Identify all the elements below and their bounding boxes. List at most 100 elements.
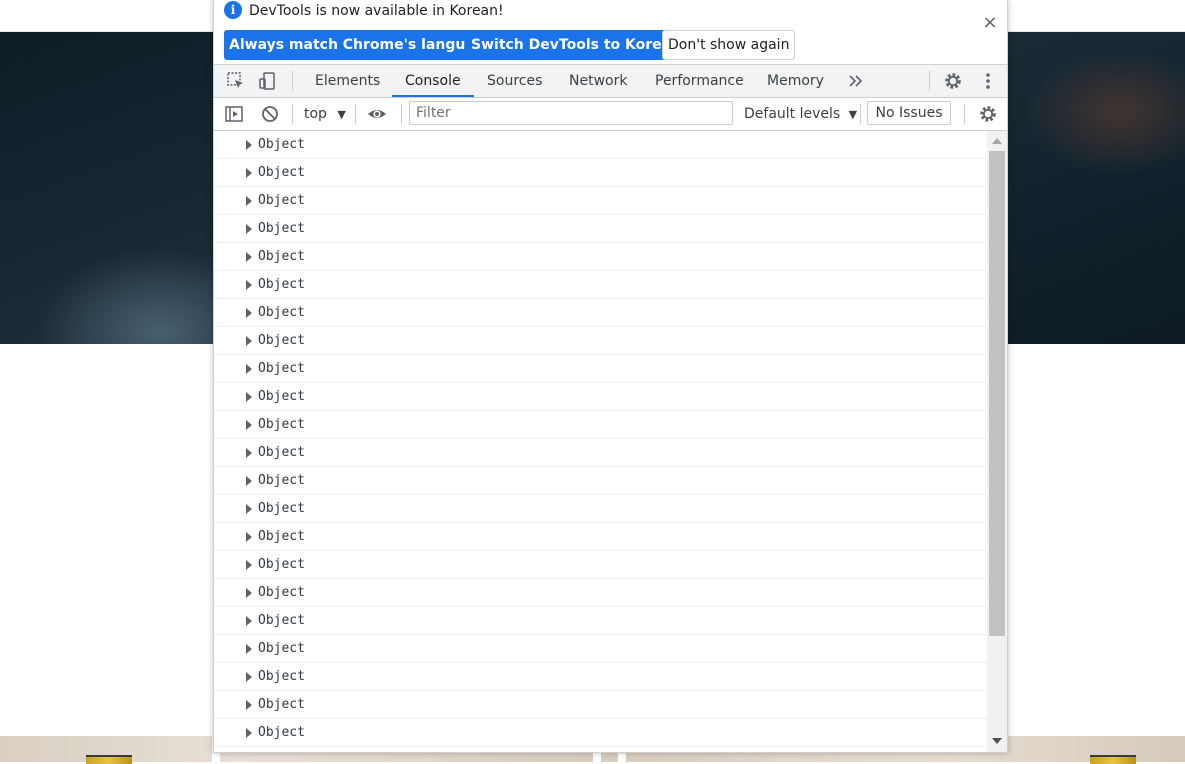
context-selector[interactable]: top ▼ <box>304 104 346 125</box>
expand-triangle-icon[interactable] <box>246 560 252 570</box>
console-message-text: Object <box>258 137 305 152</box>
console-message-row[interactable]: Object <box>214 579 987 607</box>
expand-triangle-icon[interactable] <box>246 280 252 290</box>
expand-triangle-icon[interactable] <box>246 168 252 178</box>
tab-memory[interactable]: Memory <box>767 65 824 97</box>
console-message-text: Object <box>258 557 305 572</box>
close-icon[interactable]: × <box>981 14 999 32</box>
console-message-row[interactable]: Object <box>214 411 987 439</box>
console-message-row[interactable]: Object <box>214 467 987 495</box>
issues-button[interactable]: No Issues <box>867 101 951 125</box>
product-thumbnail[interactable] <box>86 755 132 764</box>
console-message-row[interactable]: Object <box>214 663 987 691</box>
log-levels-dropdown[interactable]: Default levels ▼ <box>744 104 857 125</box>
console-message-row[interactable]: Object <box>214 243 987 271</box>
live-expression-eye-icon[interactable] <box>367 104 387 124</box>
console-message-row[interactable]: Object <box>214 355 987 383</box>
expand-triangle-icon[interactable] <box>246 140 252 150</box>
expand-triangle-icon[interactable] <box>246 616 252 626</box>
console-message-row[interactable]: Object <box>214 327 987 355</box>
devtools-panel: i DevTools is now available in Korean! ×… <box>213 0 1008 753</box>
tab-sources[interactable]: Sources <box>487 65 542 97</box>
expand-triangle-icon[interactable] <box>246 364 252 374</box>
console-message-row[interactable]: Object <box>214 131 987 159</box>
toolbar-divider <box>292 104 293 124</box>
console-message-row[interactable]: Object <box>214 635 987 663</box>
expand-triangle-icon[interactable] <box>246 504 252 514</box>
expand-triangle-icon[interactable] <box>246 252 252 262</box>
expand-triangle-icon[interactable] <box>246 644 252 654</box>
toolbar-divider <box>292 71 293 91</box>
console-message-text: Object <box>258 613 305 628</box>
console-message-row[interactable]: Object <box>214 159 987 187</box>
console-message-text: Object <box>258 641 305 656</box>
clear-console-icon[interactable] <box>260 104 280 124</box>
expand-triangle-icon[interactable] <box>246 532 252 542</box>
console-message-text: Object <box>258 473 305 488</box>
scroll-down-arrow-icon[interactable] <box>992 738 1002 744</box>
show-sidebar-icon[interactable] <box>224 104 244 124</box>
expand-triangle-icon[interactable] <box>246 700 252 710</box>
expand-triangle-icon[interactable] <box>246 476 252 486</box>
tab-elements[interactable]: Elements <box>315 65 380 97</box>
tab-network[interactable]: Network <box>569 65 627 97</box>
expand-triangle-icon[interactable] <box>246 728 252 738</box>
always-match-language-button[interactable]: Always match Chrome's language <box>224 30 500 60</box>
context-value: top <box>304 106 327 122</box>
scroll-up-arrow-icon[interactable] <box>992 138 1002 144</box>
console-message-row[interactable]: Object <box>214 439 987 467</box>
console-message-text: Object <box>258 445 305 460</box>
dropdown-arrow-icon: ▼ <box>337 108 346 121</box>
gear-icon[interactable] <box>943 71 963 91</box>
console-message-row[interactable]: Object <box>214 607 987 635</box>
info-icon: i <box>224 1 242 19</box>
expand-triangle-icon[interactable] <box>246 448 252 458</box>
dont-show-again-button[interactable]: Don't show again <box>662 30 796 60</box>
device-toolbar-icon[interactable] <box>258 71 278 91</box>
inspect-element-icon[interactable] <box>226 71 246 91</box>
console-message-row[interactable]: Object <box>214 187 987 215</box>
chevron-double-right-icon[interactable] <box>846 71 866 91</box>
scrollbar-thumb[interactable] <box>989 151 1005 636</box>
switch-to-korean-button[interactable]: Switch DevTools to Korean <box>466 30 687 60</box>
expand-triangle-icon[interactable] <box>246 420 252 430</box>
console-message-text: Object <box>258 669 305 684</box>
console-message-text: Object <box>258 501 305 516</box>
expand-triangle-icon[interactable] <box>246 196 252 206</box>
console-message-row[interactable]: Object <box>214 691 987 719</box>
log-levels-label: Default levels <box>744 106 841 122</box>
expand-triangle-icon[interactable] <box>246 392 252 402</box>
tab-console[interactable]: Console <box>405 65 461 97</box>
kebab-menu-icon[interactable] <box>978 71 998 91</box>
console-message-row[interactable]: Object <box>214 719 987 747</box>
console-message-text: Object <box>258 725 305 740</box>
expand-triangle-icon[interactable] <box>246 336 252 346</box>
console-message-row[interactable]: Object <box>214 551 987 579</box>
console-message-row[interactable]: Object <box>214 299 987 327</box>
console-message-list: Object Object Object Object Object Object Obje… <box>214 131 987 752</box>
console-message-text: Object <box>258 529 305 544</box>
console-message-row[interactable]: Object <box>214 383 987 411</box>
console-message-row[interactable]: Object <box>214 215 987 243</box>
toolbar-divider <box>401 104 402 124</box>
gear-icon[interactable] <box>978 104 998 124</box>
expand-triangle-icon[interactable] <box>246 588 252 598</box>
product-thumbnail[interactable] <box>1090 755 1136 764</box>
expand-triangle-icon[interactable] <box>246 308 252 318</box>
toolbar-divider <box>964 104 965 124</box>
console-message-row[interactable]: Object <box>214 523 987 551</box>
console-scrollbar[interactable] <box>987 131 1007 752</box>
console-message-text: Object <box>258 193 305 208</box>
console-message-row[interactable]: Object <box>214 271 987 299</box>
expand-triangle-icon[interactable] <box>246 224 252 234</box>
expand-triangle-icon[interactable] <box>246 672 252 682</box>
active-tab-indicator <box>392 95 474 97</box>
console-message-row[interactable]: Object <box>214 495 987 523</box>
console-message-text: Object <box>258 361 305 376</box>
toolbar-divider <box>355 104 356 124</box>
console-filter-input[interactable] <box>409 101 733 125</box>
dropdown-arrow-icon: ▼ <box>848 108 858 121</box>
tab-performance[interactable]: Performance <box>655 65 744 97</box>
toolbar-divider <box>860 104 861 124</box>
console-toolbar: top ▼ Default levels ▼ No Issues <box>214 98 1007 131</box>
